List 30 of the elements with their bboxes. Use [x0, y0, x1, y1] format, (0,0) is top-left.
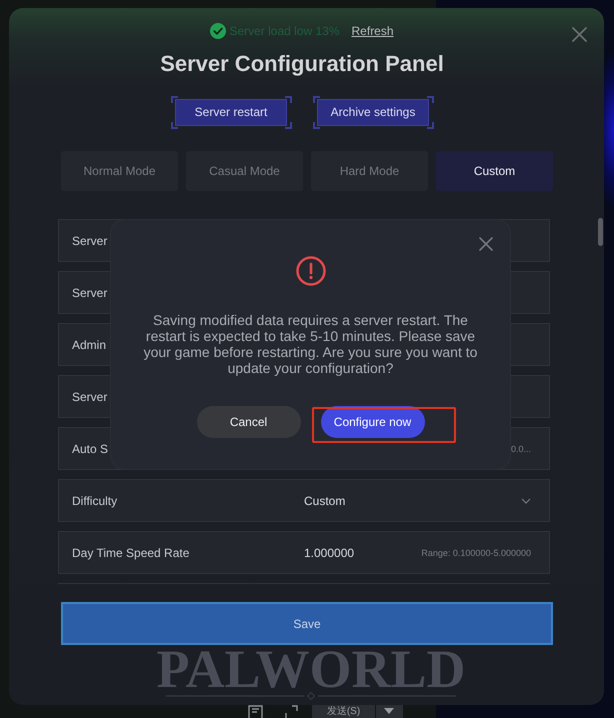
alert-icon	[296, 256, 326, 286]
close-icon[interactable]	[479, 237, 493, 251]
panel-title: Server Configuration Panel	[160, 51, 444, 77]
range-hint: Range: 0.100000-5.000000	[421, 548, 531, 558]
dialog-button[interactable]: Cancel	[196, 406, 300, 438]
dialog-message: Saving modified data requires a server restart. The restart is expected to take 5-10 minutes. Please save your game before restarting. Are you sure you want to update your configuration?	[142, 312, 478, 376]
close-icon[interactable]	[572, 27, 587, 42]
scrollbar-thumb[interactable]	[598, 218, 603, 246]
action-button[interactable]: Server restart	[170, 96, 292, 129]
setting-label: Day Time Speed Rate	[72, 546, 190, 560]
mode-tab[interactable]: Custom	[436, 151, 553, 191]
number-field[interactable]: 1.000000	[304, 546, 354, 560]
refresh-link[interactable]: Refresh	[352, 24, 394, 38]
setting-label: Difficulty	[72, 494, 118, 508]
setting-label: Server	[72, 234, 108, 248]
chevron-down-icon	[521, 498, 531, 504]
setting-label: Server	[72, 286, 108, 300]
check-circle-icon	[210, 23, 226, 39]
select-field[interactable]: Custom	[304, 494, 531, 508]
setting-label: Admin	[72, 338, 106, 352]
action-button[interactable]: Archive settings	[312, 96, 434, 129]
setting-label: Server	[72, 390, 108, 404]
corner-icon[interactable]	[285, 705, 298, 718]
save-button[interactable]: Save	[61, 602, 553, 645]
document-icon[interactable]	[248, 705, 263, 718]
caret-icon[interactable]	[376, 705, 403, 718]
dialog-button[interactable]: Configure now	[320, 406, 424, 438]
setting-label: Auto S	[72, 442, 108, 456]
send-button[interactable]: 发送(S)	[312, 705, 375, 718]
range-hint: 0.0...	[510, 444, 531, 454]
